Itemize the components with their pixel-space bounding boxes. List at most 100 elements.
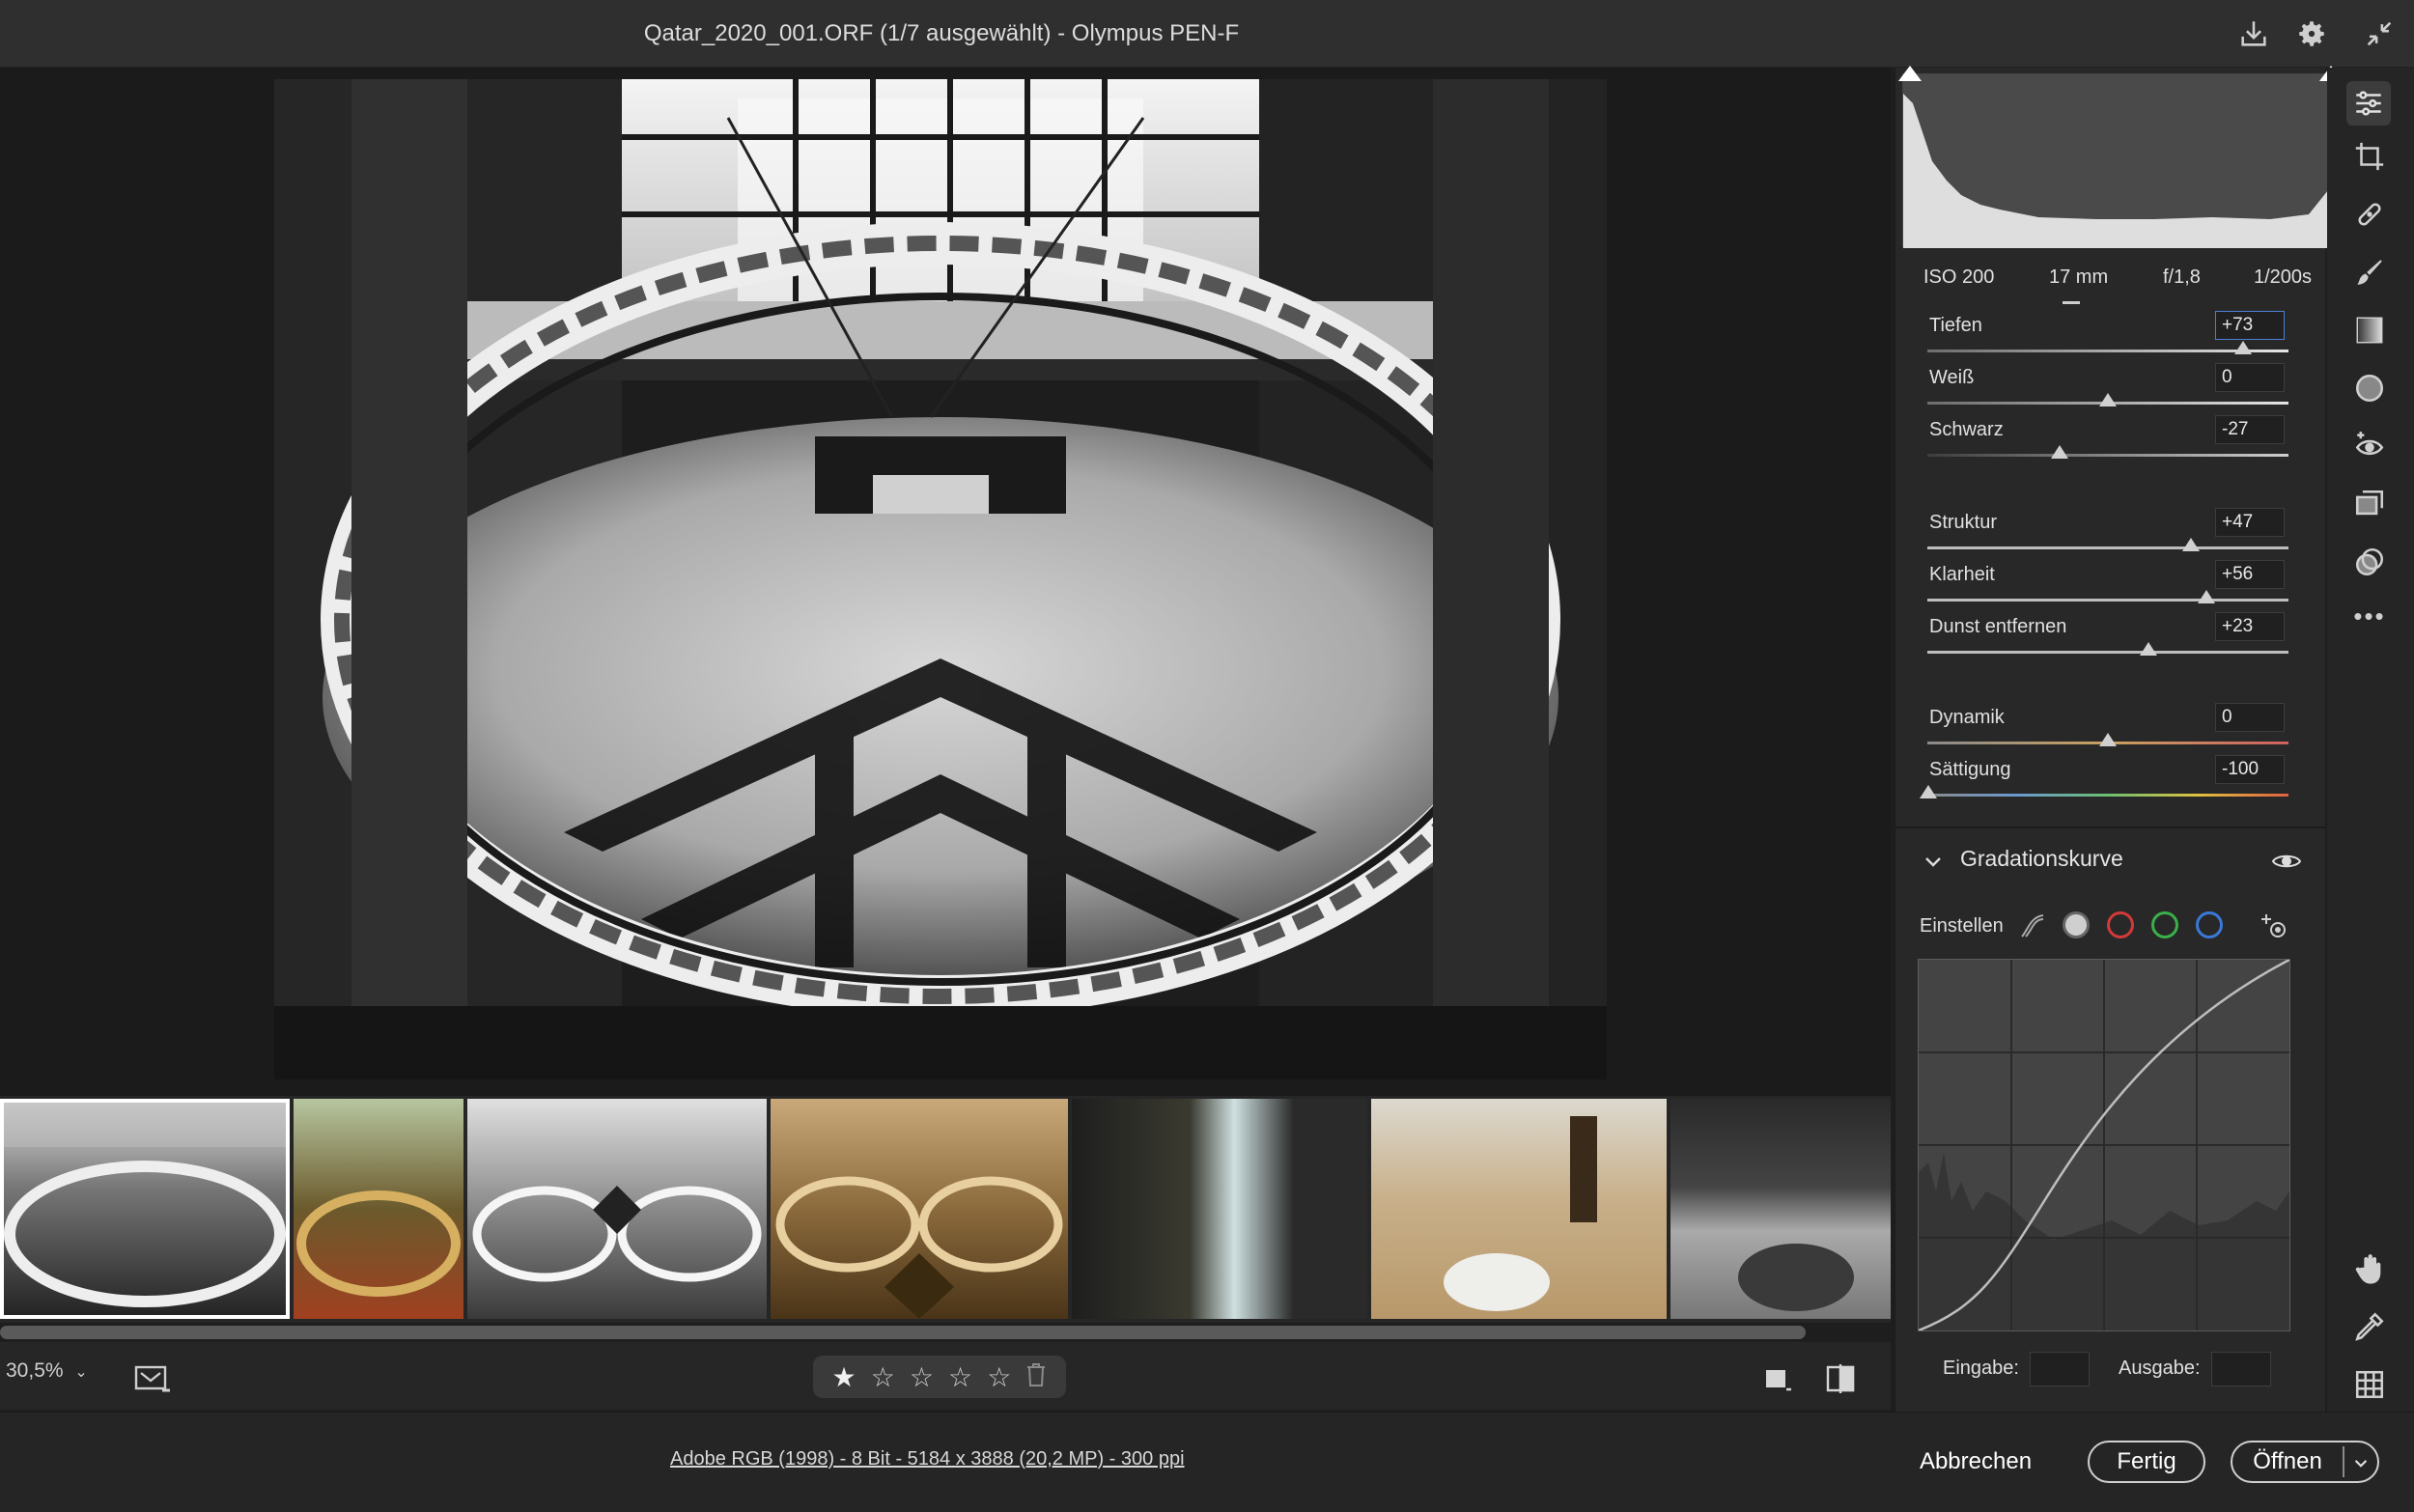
curve-input-field[interactable] (2030, 1352, 2090, 1386)
collapse-icon[interactable] (2358, 13, 2400, 55)
point-curve-white-icon[interactable] (2063, 911, 2090, 938)
section-divider (1895, 826, 2325, 828)
window-title: Qatar_2020_001.ORF (1/7 ausgewählt) - Ol… (643, 20, 1240, 46)
gear-icon[interactable] (2290, 13, 2333, 55)
rating-bar: ★ ☆ ☆ ☆ ☆ (813, 1356, 1066, 1398)
thumbnail-3[interactable] (467, 1099, 767, 1319)
chevron-down-icon[interactable] (1922, 850, 1945, 873)
slider-handle[interactable] (2051, 445, 2068, 459)
thumbnail-4[interactable] (771, 1099, 1068, 1319)
cancel-button[interactable]: Abbrechen (1904, 1441, 2047, 1483)
section-title-tone-curve[interactable]: Gradationskurve (1960, 846, 2123, 872)
color-sampler-icon[interactable] (2350, 1307, 2389, 1346)
histogram (1902, 73, 2340, 248)
slider-label: Schwarz (1929, 419, 2004, 440)
slider-track[interactable] (1927, 546, 2288, 549)
thumbnail-5[interactable] (1072, 1099, 1367, 1319)
red-channel-icon[interactable] (2107, 911, 2134, 938)
crop-icon[interactable] (2350, 137, 2389, 176)
star-empty-icon[interactable]: ☆ (948, 1361, 972, 1393)
parametric-curve-icon[interactable] (2018, 911, 2047, 940)
exif-shutter: 1/200s (2254, 266, 2313, 288)
filmstrip-scrollbar[interactable] (0, 1326, 1806, 1339)
snapshots-icon[interactable] (2350, 485, 2389, 523)
more-icon[interactable]: ••• (2350, 597, 2389, 635)
exif-aperture: f/1,8 (2163, 266, 2201, 288)
adjust-label: Einstellen (1920, 915, 2004, 937)
slider-handle[interactable] (2198, 590, 2215, 603)
panel-divider (2063, 301, 2080, 304)
compare-view-icon[interactable] (1825, 1363, 1856, 1394)
slider-value-input[interactable]: +56 (2215, 560, 2285, 589)
thumbnail-2[interactable] (294, 1099, 463, 1319)
open-button-group: Öffnen (2231, 1441, 2379, 1483)
single-view-icon[interactable] (1763, 1365, 1792, 1394)
title-bar: Qatar_2020_001.ORF (1/7 ausgewählt) - Ol… (0, 0, 2414, 68)
chevron-down-icon[interactable] (2348, 1450, 2373, 1475)
slider-label: Struktur (1929, 512, 1998, 533)
green-channel-icon[interactable] (2151, 911, 2178, 938)
star-empty-icon[interactable]: ☆ (910, 1361, 934, 1393)
hand-icon[interactable] (2350, 1249, 2389, 1288)
slider-value-input[interactable]: 0 (2215, 703, 2285, 732)
exif-iso: ISO 200 (1923, 266, 1995, 288)
slider-handle[interactable] (2099, 733, 2117, 746)
red-eye-icon[interactable] (2350, 427, 2389, 465)
done-button[interactable]: Fertig (2088, 1441, 2205, 1483)
main-photo[interactable] (274, 79, 1607, 1079)
healing-brush-icon[interactable] (2350, 195, 2389, 234)
blue-channel-icon[interactable] (2196, 911, 2223, 938)
grid-icon[interactable] (2350, 1365, 2389, 1404)
zoom-level[interactable]: 30,5% ⌄ (6, 1359, 88, 1383)
thumbnail-1[interactable] (0, 1099, 290, 1319)
slider-track[interactable] (1927, 651, 2288, 654)
slider-track[interactable] (1927, 599, 2288, 602)
slider-value-input[interactable]: -27 (2215, 415, 2285, 444)
zoom-value: 30,5% (6, 1359, 64, 1382)
graduated-filter-icon[interactable] (2350, 311, 2389, 350)
slider-value-input[interactable]: 0 (2215, 363, 2285, 392)
tool-strip: ••• (2327, 68, 2414, 1412)
curve-output-field[interactable] (2211, 1352, 2271, 1386)
filmstrip-toggle-icon[interactable] (133, 1363, 172, 1396)
slider-handle[interactable] (2182, 538, 2200, 551)
slider-label: Tiefen (1929, 315, 1982, 336)
thumbnail-7[interactable] (1670, 1099, 1891, 1319)
workflow-options-link[interactable]: Adobe RGB (1998) - 8 Bit - 5184 x 3888 (… (670, 1448, 1185, 1470)
adjustment-brush-icon[interactable] (2350, 253, 2389, 292)
thumbnail-6[interactable] (1371, 1099, 1667, 1319)
slider-handle[interactable] (2140, 642, 2157, 656)
filmstrip (0, 1096, 1891, 1323)
target-adjust-icon[interactable] (2260, 911, 2290, 942)
radial-filter-icon[interactable] (2350, 369, 2389, 407)
star-filled-icon[interactable]: ★ (832, 1361, 856, 1393)
eye-icon[interactable] (2271, 850, 2302, 873)
button-divider (2343, 1446, 2344, 1477)
slider-label: Klarheit (1929, 564, 1995, 585)
trash-icon[interactable] (1025, 1362, 1047, 1392)
slider-label: Dunst entfernen (1929, 616, 2067, 637)
slider-value-input[interactable]: -100 (2215, 755, 2285, 784)
exif-focal-length: 17 mm (2049, 266, 2109, 288)
open-button[interactable]: Öffnen (2232, 1442, 2343, 1481)
slider-value-input[interactable]: +47 (2215, 508, 2285, 537)
slider-value-input[interactable]: +23 (2215, 612, 2285, 641)
slider-track[interactable] (1927, 454, 2288, 457)
slider-handle[interactable] (2234, 341, 2252, 354)
edit-sliders-icon[interactable] (2346, 81, 2391, 126)
slider-value-input[interactable]: +73 (2215, 311, 2285, 340)
footer-bar (0, 1412, 2414, 1512)
shadow-clipping-indicator[interactable] (1898, 66, 1922, 81)
star-empty-icon[interactable]: ☆ (871, 1361, 895, 1393)
slider-label: Weiß (1929, 367, 1975, 388)
input-label: Eingabe: (1943, 1358, 2019, 1379)
presets-icon[interactable] (2350, 543, 2389, 581)
slider-label: Dynamik (1929, 707, 2005, 728)
slider-handle[interactable] (1920, 785, 1937, 798)
slider-track[interactable] (1927, 794, 2288, 797)
slider-handle[interactable] (2099, 393, 2117, 406)
star-empty-icon[interactable]: ☆ (987, 1361, 1011, 1393)
save-icon[interactable] (2232, 13, 2275, 55)
tone-curve-graph[interactable] (1918, 958, 2290, 1332)
output-label: Ausgabe: (2119, 1358, 2201, 1379)
